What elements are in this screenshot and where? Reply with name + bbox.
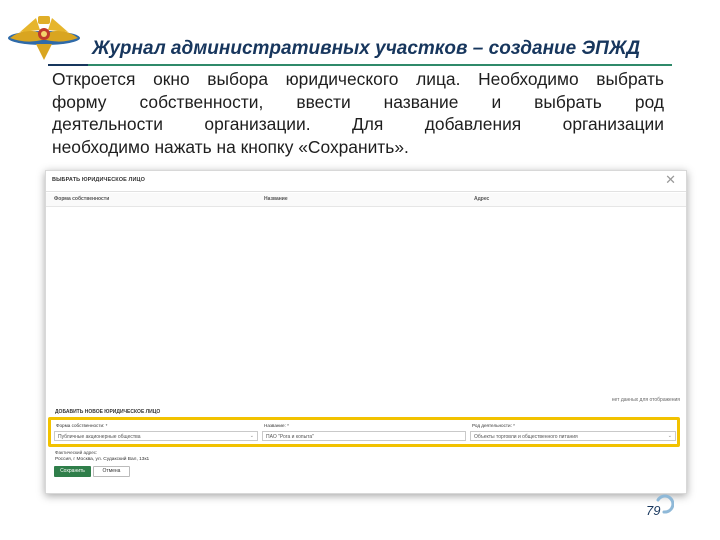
name-value: ПАО "Рога и копыта" <box>266 433 314 440</box>
modal-title: ВЫБРАТЬ ЮРИДИЧЕСКОЕ ЛИЦО <box>52 177 146 183</box>
add-section-title: ДОБАВИТЬ НОВОЕ ЮРИДИЧЕСКОЕ ЛИЦО <box>55 409 161 415</box>
title-underline-accent <box>48 64 88 66</box>
chevron-down-icon: ⌄ <box>667 433 672 439</box>
address-value: Россия, г Москва, ул. Судакский Вал, 13к… <box>55 457 150 462</box>
page-title: Журнал административных участков – созда… <box>92 38 641 59</box>
intro-line: необходимо нажать на кнопку «Сохранить». <box>52 136 409 157</box>
page-number: 79 <box>646 503 661 518</box>
intro-text: Откроется окно выбора юридического лица.… <box>52 68 664 158</box>
double-headed-eagle-emblem-icon <box>8 16 80 60</box>
intro-line: деятельности организации. Для добавления… <box>52 114 664 134</box>
ownership-label: Форма собственности: * <box>56 423 108 428</box>
close-icon[interactable]: ✕ <box>665 173 676 187</box>
intro-line: Откроется окно выбора юридического лица.… <box>52 69 664 89</box>
save-button[interactable]: Сохранить <box>54 466 91 477</box>
activity-label: Род деятельности: * <box>472 423 515 428</box>
column-address[interactable]: Адрес <box>474 196 489 202</box>
address-label: Фактический адрес: <box>55 450 98 455</box>
column-ownership[interactable]: Форма собственности <box>54 196 109 202</box>
cancel-button[interactable]: Отмена <box>93 466 130 477</box>
title-underline <box>48 64 672 66</box>
activity-select[interactable]: Объекты торговли и общественного питания… <box>470 431 676 441</box>
select-legal-entity-modal: ВЫБРАТЬ ЮРИДИЧЕСКОЕ ЛИЦО ✕ Форма собстве… <box>45 170 687 494</box>
table-header: Форма собственности Название Адрес <box>46 193 686 207</box>
ownership-select[interactable]: Публичные акционерные общества ⌄ <box>54 431 258 441</box>
name-label: Название: * <box>264 423 289 428</box>
ownership-value: Публичные акционерные общества <box>58 433 141 440</box>
empty-table-note: нет данных для отображения <box>611 397 680 403</box>
column-name[interactable]: Название <box>264 196 288 202</box>
modal-header: ВЫБРАТЬ ЮРИДИЧЕСКОЕ ЛИЦО ✕ <box>46 171 686 192</box>
chevron-down-icon: ⌄ <box>249 433 254 439</box>
activity-value: Объекты торговли и общественного питания <box>474 433 578 440</box>
intro-line: форму собственности, ввести название и в… <box>52 91 664 112</box>
name-input[interactable]: ПАО "Рога и копыта" <box>262 431 466 441</box>
